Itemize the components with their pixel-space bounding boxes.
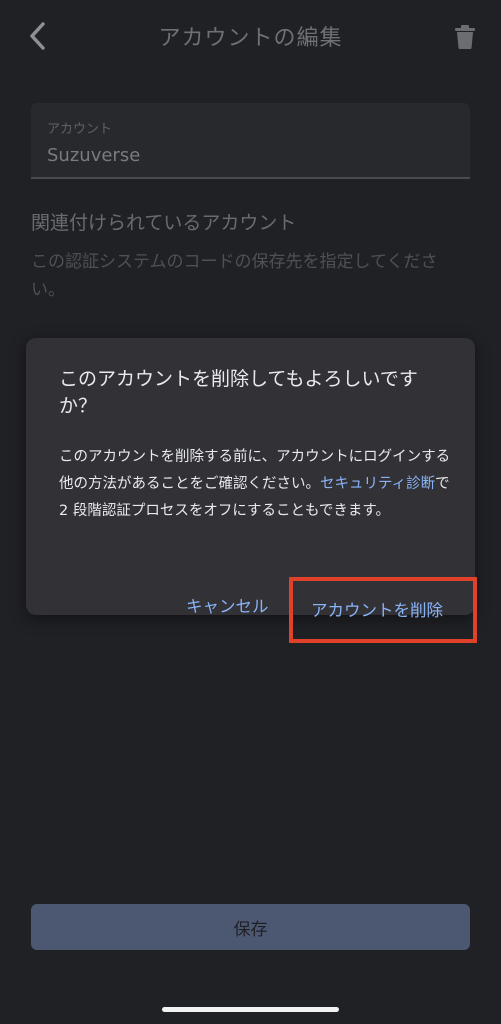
page-title: アカウントの編集 <box>158 26 343 51</box>
account-name-field[interactable]: アカウント Suzuverse <box>31 103 470 179</box>
edit-account-screen: アカウントの編集 アカウント Suzuverse 関連付けられているアカウント … <box>0 0 501 1024</box>
security-checkup-link[interactable]: セキュリティ診断 <box>320 476 435 492</box>
dialog-title: このアカウントを削除してもよろしいですか？ <box>59 368 418 417</box>
delete-account-confirm-button[interactable]: アカウントを削除 <box>311 597 443 621</box>
delete-confirmation-dialog: このアカウントを削除してもよろしいですか？ このアカウントを削除する前に、アカウ… <box>26 338 475 616</box>
save-button[interactable]: 保存 <box>31 904 470 950</box>
home-indicator[interactable] <box>162 1007 339 1012</box>
linked-accounts-description: この認証システムのコードの保存先を指定してください。 <box>31 252 438 300</box>
linked-accounts-heading: 関連付けられているアカウント <box>31 212 297 234</box>
dialog-body: このアカウントを削除する前に、アカウントにログインする他の方法があることをご確認… <box>59 444 453 525</box>
trash-icon <box>455 25 475 49</box>
delete-account-button[interactable] <box>448 20 482 54</box>
account-field-value[interactable]: Suzuverse <box>47 145 140 166</box>
cancel-button[interactable]: キャンセル <box>186 593 269 623</box>
account-field-label: アカウント <box>47 122 113 137</box>
